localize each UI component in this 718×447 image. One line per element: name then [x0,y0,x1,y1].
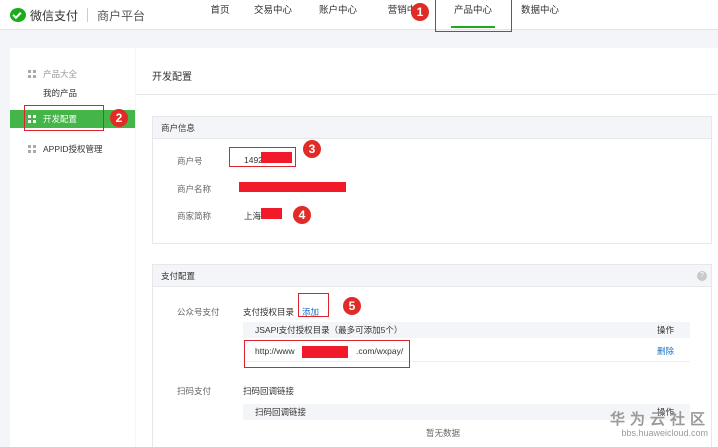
annotation-badge-2: 2 [110,109,128,127]
redaction [261,208,282,219]
help-icon[interactable]: ? [697,271,707,281]
pay-config-title: 支付配置 [161,271,196,281]
merchant-short-label: 商家简称 [177,211,212,221]
sidebar-group-label: 产品大全 [43,69,78,79]
top-header: 微信支付 商户平台 首页 交易中心 账户中心 营销中 产品中心 数据中心 [0,0,718,30]
page-title: 开发配置 [152,72,192,83]
brand-name: 微信支付 [30,8,79,23]
sidebar-item-label: APPID授权管理 [43,144,103,154]
main-content: 开发配置 商户信息 商户号 149269 商户名称 商家简称 上海 支付配置 ?… [136,48,718,447]
annotation-box [435,0,512,32]
annotation-badge-4: 4 [293,206,311,224]
merchant-info-panel: 商户信息 商户号 149269 商户名称 商家简称 上海 [152,116,712,244]
auth-dir-label: 支付授权目录 [243,307,295,317]
redaction [239,182,346,192]
op-col-header: 操作 [656,325,674,335]
grid-icon [28,70,36,78]
merchant-short-value: 上海 [244,211,262,221]
merchant-id-label: 商户号 [177,156,203,166]
empty-state-text: 暂无数据 [426,428,461,438]
annotation-box [229,147,296,167]
brand-logo[interactable]: 微信支付 商户平台 [10,4,145,26]
scan-pay-label: 扫码支付 [177,386,212,396]
callback-label: 扫码回调链接 [243,386,295,396]
logo-divider [87,8,89,22]
sidebar-group-products: 产品大全 [28,68,77,80]
callback-col-header: 扫码回调链接 [255,407,307,417]
jsapi-pay-label: 公众号支付 [177,307,220,317]
sidebar-item-my-products[interactable]: 我的产品 [43,87,77,99]
annotation-box [298,293,329,317]
nav-trade[interactable]: 交易中心 [248,0,298,30]
grid-icon [28,145,36,153]
watermark-cn: 华为云社区 [609,411,710,428]
divider [136,94,718,95]
annotation-badge-1: 1 [411,3,429,21]
wechat-pay-icon [10,8,26,22]
annotation-badge-3: 3 [303,140,321,158]
panel-title: 商户信息 [153,117,711,139]
sidebar-item-appid[interactable]: APPID授权管理 [28,143,103,155]
platform-name: 商户平台 [97,8,146,23]
delete-link[interactable]: 删除 [657,340,674,362]
watermark-en: bbs.huaweicloud.com [621,428,708,438]
panel-title: 支付配置 ? [153,265,711,287]
annotation-box [24,105,104,131]
jsapi-table-header: JSAPI支付授权目录（最多可添加5个） 操作 [243,322,690,338]
jsapi-col-header: JSAPI支付授权目录（最多可添加5个） [255,325,403,335]
nav-home[interactable]: 首页 [200,0,240,30]
merchant-name-label: 商户名称 [177,184,212,194]
nav-account[interactable]: 账户中心 [313,0,363,30]
annotation-box [244,340,410,368]
nav-data[interactable]: 数据中心 [515,0,565,30]
annotation-badge-5: 5 [343,297,361,315]
